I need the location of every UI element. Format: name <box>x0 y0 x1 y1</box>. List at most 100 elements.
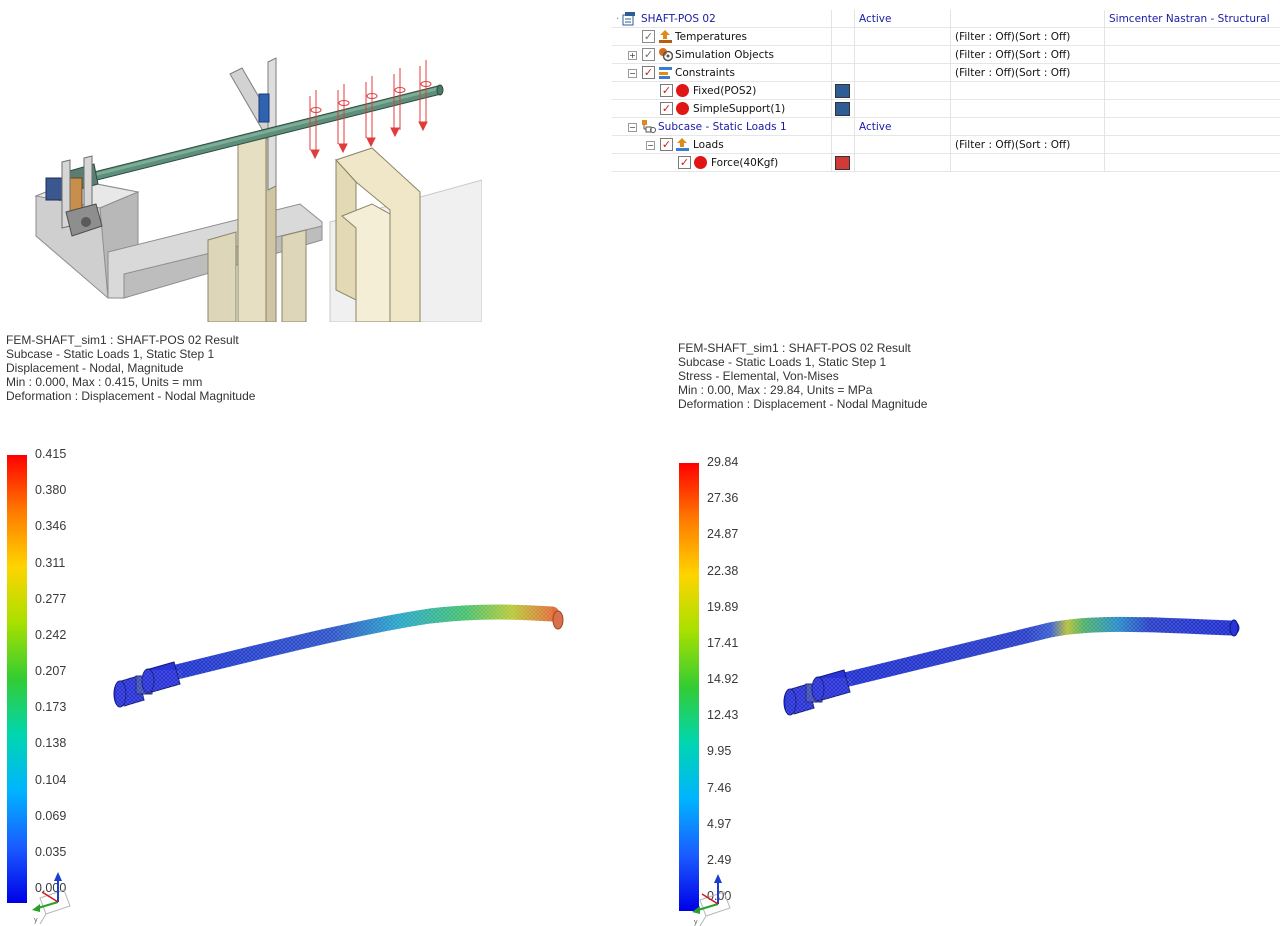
loads-icon <box>676 138 689 151</box>
displacement-legend-value: 0.242 <box>35 627 67 642</box>
tree-cell-name: + ✓ Simulation Objects <box>612 46 830 64</box>
result-range: Min : 0.00, Max : 29.84, Units = MPa <box>678 383 873 397</box>
tree-cell-filter <box>950 100 1104 118</box>
tree-cell-solver: Simcenter Nastran - Structural <box>1104 10 1280 28</box>
tree-row-solution[interactable]: · SHAFT-POS 02 Active Simcenter Nastran … <box>612 10 1280 28</box>
tree-cell-color <box>831 118 854 136</box>
stress-legend-value: 29.84 <box>707 455 739 469</box>
tree-cell-filter <box>950 118 1104 136</box>
tree-cell-status <box>854 100 950 118</box>
color-swatch <box>835 102 850 116</box>
tree-item-label: Constraints <box>675 67 735 79</box>
result-subcase: Subcase - Static Loads 1, Static Step 1 <box>678 355 887 369</box>
displacement-legend-value: 0.035 <box>35 844 67 859</box>
screenshot-root: · SHAFT-POS 02 Active Simcenter Nastran … <box>0 0 1280 926</box>
tree-cell-name: ✓ Fixed(POS2) <box>612 82 830 100</box>
tree-item-label: Temperatures <box>675 31 747 43</box>
tree-cell-solver <box>1104 118 1280 136</box>
visibility-checkbox[interactable]: ✓ <box>660 138 673 151</box>
expand-plus-icon[interactable]: + <box>628 51 637 60</box>
constraints-icon <box>659 67 672 79</box>
tree-cell-color <box>831 10 854 28</box>
stress-shaft-contour <box>783 616 1240 718</box>
color-swatch <box>835 84 850 98</box>
visibility-checkbox[interactable]: ✓ <box>642 48 655 61</box>
tree-row-simple-support[interactable]: ✓ SimpleSupport(1) <box>612 100 1280 118</box>
tree-cell-status: Active <box>854 10 950 28</box>
displacement-result-header: FEM-SHAFT_sim1 : SHAFT-POS 02 Result Sub… <box>6 333 255 403</box>
cad-model-view[interactable] <box>0 0 482 322</box>
result-quantity: Stress - Elemental, Von-Mises <box>678 369 839 383</box>
visibility-checkbox[interactable]: ✓ <box>642 30 655 43</box>
tree-cell-name: − Subcase - Static Loads 1 <box>612 118 830 136</box>
tree-row-loads[interactable]: − ✓ Loads (Filter : Off)(Sort : Off) <box>612 136 1280 154</box>
tree-cell-name: ✓ SimpleSupport(1) <box>612 100 830 118</box>
solution-icon <box>622 12 635 26</box>
stress-legend-value: 17.41 <box>707 635 739 650</box>
tree-row-temperatures[interactable]: ✓ Temperatures (Filter : Off)(Sort : Off… <box>612 28 1280 46</box>
tree-item-label: Simulation Objects <box>675 49 774 61</box>
visibility-checkbox[interactable]: ✓ <box>660 84 673 97</box>
svg-text:y: y <box>34 917 38 924</box>
stress-legend-value: 19.89 <box>707 599 739 614</box>
stress-legend-value: 7.46 <box>707 780 732 795</box>
tree-cell-filter: (Filter : Off)(Sort : Off) <box>950 28 1104 46</box>
stress-legend-value: 24.87 <box>707 527 739 542</box>
tree-cell-filter: (Filter : Off)(Sort : Off) <box>950 46 1104 64</box>
result-range: Min : 0.000, Max : 0.415, Units = mm <box>6 375 203 389</box>
result-deformation: Deformation : Displacement - Nodal Magni… <box>6 389 256 403</box>
tree-item-label: SimpleSupport(1) <box>693 103 786 115</box>
displacement-legend-value: 0.415 <box>35 447 67 461</box>
displacement-legend-value: 0.138 <box>35 736 67 751</box>
tree-cell-color <box>831 100 854 118</box>
tree-cell-name: − ✓ Constraints <box>612 64 830 82</box>
simulation-objects-icon <box>659 48 673 62</box>
color-swatch <box>835 156 850 170</box>
visibility-checkbox[interactable]: ✓ <box>660 102 673 115</box>
result-quantity: Displacement - Nodal, Magnitude <box>6 361 184 375</box>
tree-cell-status: Active <box>854 118 950 136</box>
tree-cell-status <box>854 136 950 154</box>
tree-row-force[interactable]: ✓ Force(40Kgf) <box>612 154 1280 172</box>
tree-cell-name: ✓ Temperatures <box>612 28 830 46</box>
tree-cell-solver <box>1104 28 1280 46</box>
tree-row-subcase[interactable]: − Subcase - Static Loads 1 Active <box>612 118 1280 136</box>
visibility-checkbox[interactable]: ✓ <box>642 66 655 79</box>
tree-cell-name: − ✓ Loads <box>612 136 830 154</box>
tree-row-constraints[interactable]: − ✓ Constraints (Filter : Off)(Sort : Of… <box>612 64 1280 82</box>
collapse-minus-icon[interactable]: − <box>628 69 637 78</box>
tree-cell-solver <box>1104 64 1280 82</box>
tree-row-fixed-pos2[interactable]: ✓ Fixed(POS2) <box>612 82 1280 100</box>
tree-row-simulation-objects[interactable]: + ✓ Simulation Objects (Filter : Off)(So… <box>612 46 1280 64</box>
result-title: FEM-SHAFT_sim1 : SHAFT-POS 02 Result <box>6 333 239 347</box>
tree-cell-solver <box>1104 46 1280 64</box>
svg-text:y: y <box>694 919 698 926</box>
stress-axis-triad[interactable]: y <box>684 874 740 926</box>
tree-cell-filter <box>950 10 1104 28</box>
subcase-icon <box>642 120 656 133</box>
displacement-color-legend-bar <box>7 455 27 903</box>
tree-cell-color <box>831 82 854 100</box>
displacement-legend-value: 0.346 <box>35 519 67 534</box>
stress-legend-value: 4.97 <box>707 816 732 831</box>
displacement-legend-value: 0.069 <box>35 808 67 823</box>
displacement-axis-triad[interactable]: y <box>24 872 80 924</box>
cad-assembly-illustration <box>34 57 482 322</box>
tree-cell-filter <box>950 82 1104 100</box>
tree-cell-solver <box>1104 154 1280 172</box>
tree-cell-filter <box>950 154 1104 172</box>
collapse-minus-icon[interactable]: − <box>628 123 637 132</box>
tree-item-label: Subcase - Static Loads 1 <box>658 121 787 133</box>
tree-cell-color <box>831 46 854 64</box>
stress-legend-value: 27.36 <box>707 491 739 506</box>
tree-cell-color <box>831 28 854 46</box>
tree-cell-name: ✓ Force(40Kgf) <box>612 154 830 172</box>
collapse-minus-icon[interactable]: − <box>646 141 655 150</box>
displacement-legend-value: 0.207 <box>35 664 67 678</box>
tree-cell-status <box>854 46 950 64</box>
displacement-legend-value: 0.380 <box>35 483 67 498</box>
visibility-checkbox[interactable]: ✓ <box>678 156 691 169</box>
tree-item-label: Loads <box>693 139 724 151</box>
tree-cell-solver <box>1104 100 1280 118</box>
tree-connector: · <box>616 13 620 25</box>
